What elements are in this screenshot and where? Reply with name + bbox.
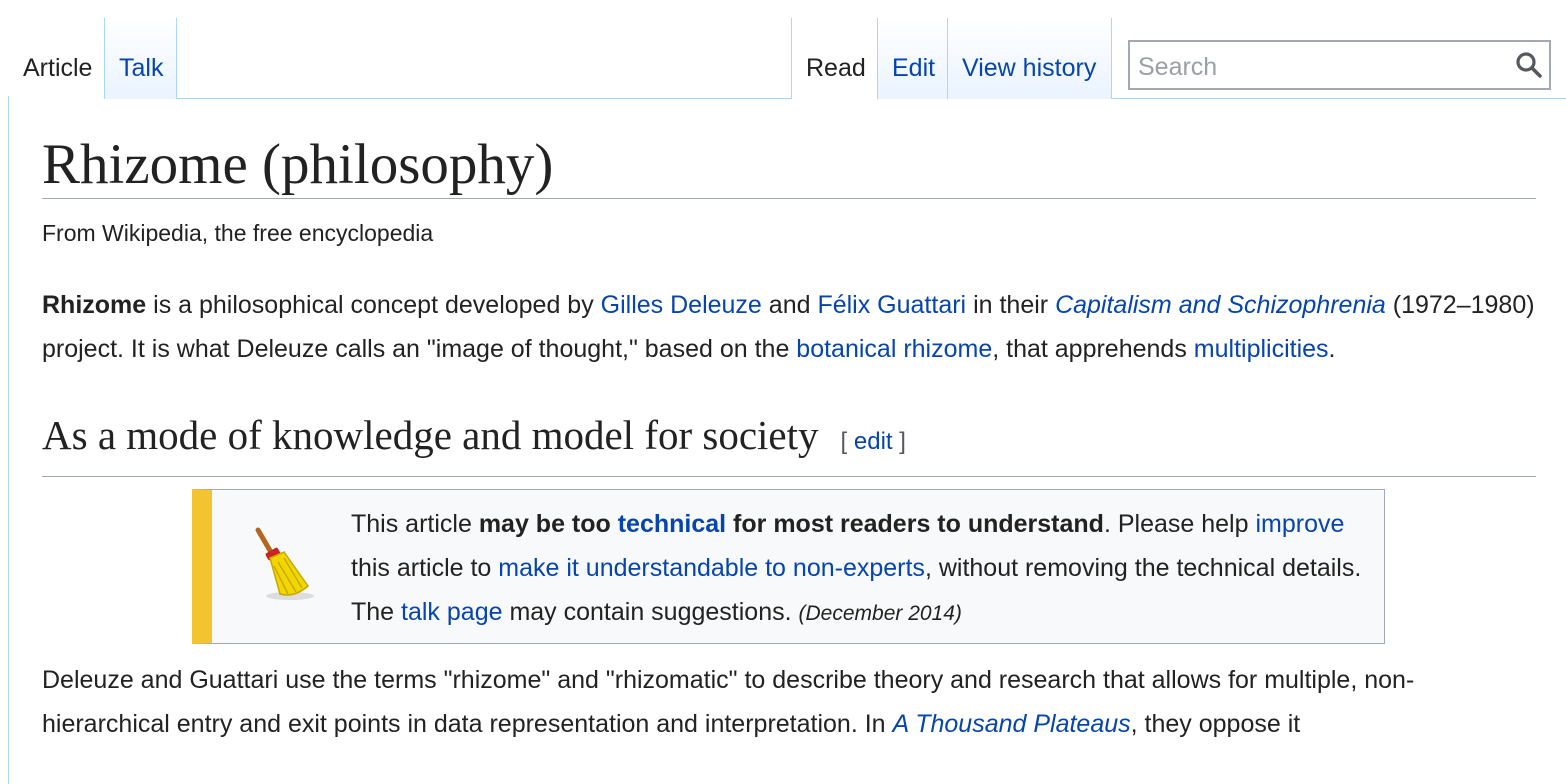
tab-edit[interactable]: Edit <box>878 18 948 99</box>
link-talk-page[interactable]: talk page <box>401 598 502 626</box>
notice-text-part: this article to <box>351 554 499 582</box>
search-icon[interactable] <box>1515 51 1543 79</box>
tab-view-history[interactable]: View history <box>948 18 1112 99</box>
notice-bold: may be too <box>478 510 618 538</box>
tab-talk[interactable]: Talk <box>105 18 177 99</box>
intro-text: , that apprehends <box>992 335 1194 363</box>
tab-read[interactable]: Read <box>791 18 878 99</box>
page-header: Article Talk Read Edit View history <box>0 0 1566 100</box>
broom-icon <box>255 527 314 600</box>
link-multiplicities[interactable]: multiplicities <box>1194 335 1329 363</box>
intro-paragraph: Rhizome is a philosophical concept devel… <box>42 283 1536 371</box>
intro-text: is a philosophical concept developed by <box>146 291 601 319</box>
notice-text-part: may contain suggestions. <box>502 598 799 626</box>
tab-talk-label: Talk <box>119 54 164 82</box>
link-botanical-rhizome[interactable]: botanical rhizome <box>796 335 992 363</box>
edit-bracket-close: ] <box>892 428 906 455</box>
intro-text: in their <box>966 291 1056 319</box>
tab-article-label: Article <box>23 54 93 82</box>
article-content: Rhizome (philosophy) From Wikipedia, the… <box>42 120 1536 746</box>
section-heading: As a mode of knowledge and model for soc… <box>42 409 1536 477</box>
link-improve[interactable]: improve <box>1255 510 1344 538</box>
body-paragraph: Deleuze and Guattari use the terms "rhiz… <box>42 658 1536 746</box>
body-text: , they oppose it <box>1130 710 1301 738</box>
notice-text: This article may be too technical for mo… <box>351 502 1371 636</box>
section-edit-link[interactable]: edit <box>854 428 893 455</box>
search-box <box>1128 40 1551 90</box>
notice-text-part: . Please help <box>1103 510 1256 538</box>
link-felix-guattari[interactable]: Félix Guattari <box>817 291 966 319</box>
search-input[interactable] <box>1136 48 1510 86</box>
tab-edit-label: Edit <box>892 54 936 82</box>
content-left-border <box>8 96 9 784</box>
intro-text: and <box>761 291 818 319</box>
technical-notice-box: This article may be too technical for mo… <box>192 489 1385 644</box>
notice-text-part: This article <box>351 510 479 538</box>
link-capitalism-and-schizophrenia[interactable]: Capitalism and Schizophrenia <box>1055 291 1386 319</box>
section-heading-text: As a mode of knowledge and model for soc… <box>42 412 819 458</box>
tagline: From Wikipedia, the free encyclopedia <box>42 220 434 246</box>
intro-bold-term: Rhizome <box>42 291 147 319</box>
page-title: Rhizome (philosophy) <box>42 120 1536 199</box>
tab-article[interactable]: Article <box>9 18 105 99</box>
link-a-thousand-plateaus[interactable]: A Thousand Plateaus <box>893 710 1131 738</box>
intro-text: . <box>1328 335 1336 363</box>
link-technical[interactable]: technical <box>618 510 726 538</box>
tab-read-label: Read <box>806 54 866 82</box>
notice-date: (December 2014) <box>798 602 962 625</box>
link-make-understandable[interactable]: make it understandable to non-experts <box>498 554 925 582</box>
section-edit: [ edit ] <box>841 428 906 455</box>
notice-bold: for most readers to understand <box>726 510 1104 538</box>
link-gilles-deleuze[interactable]: Gilles Deleuze <box>601 291 762 319</box>
edit-bracket-open: [ <box>840 428 854 455</box>
tab-view-history-label: View history <box>962 54 1097 82</box>
